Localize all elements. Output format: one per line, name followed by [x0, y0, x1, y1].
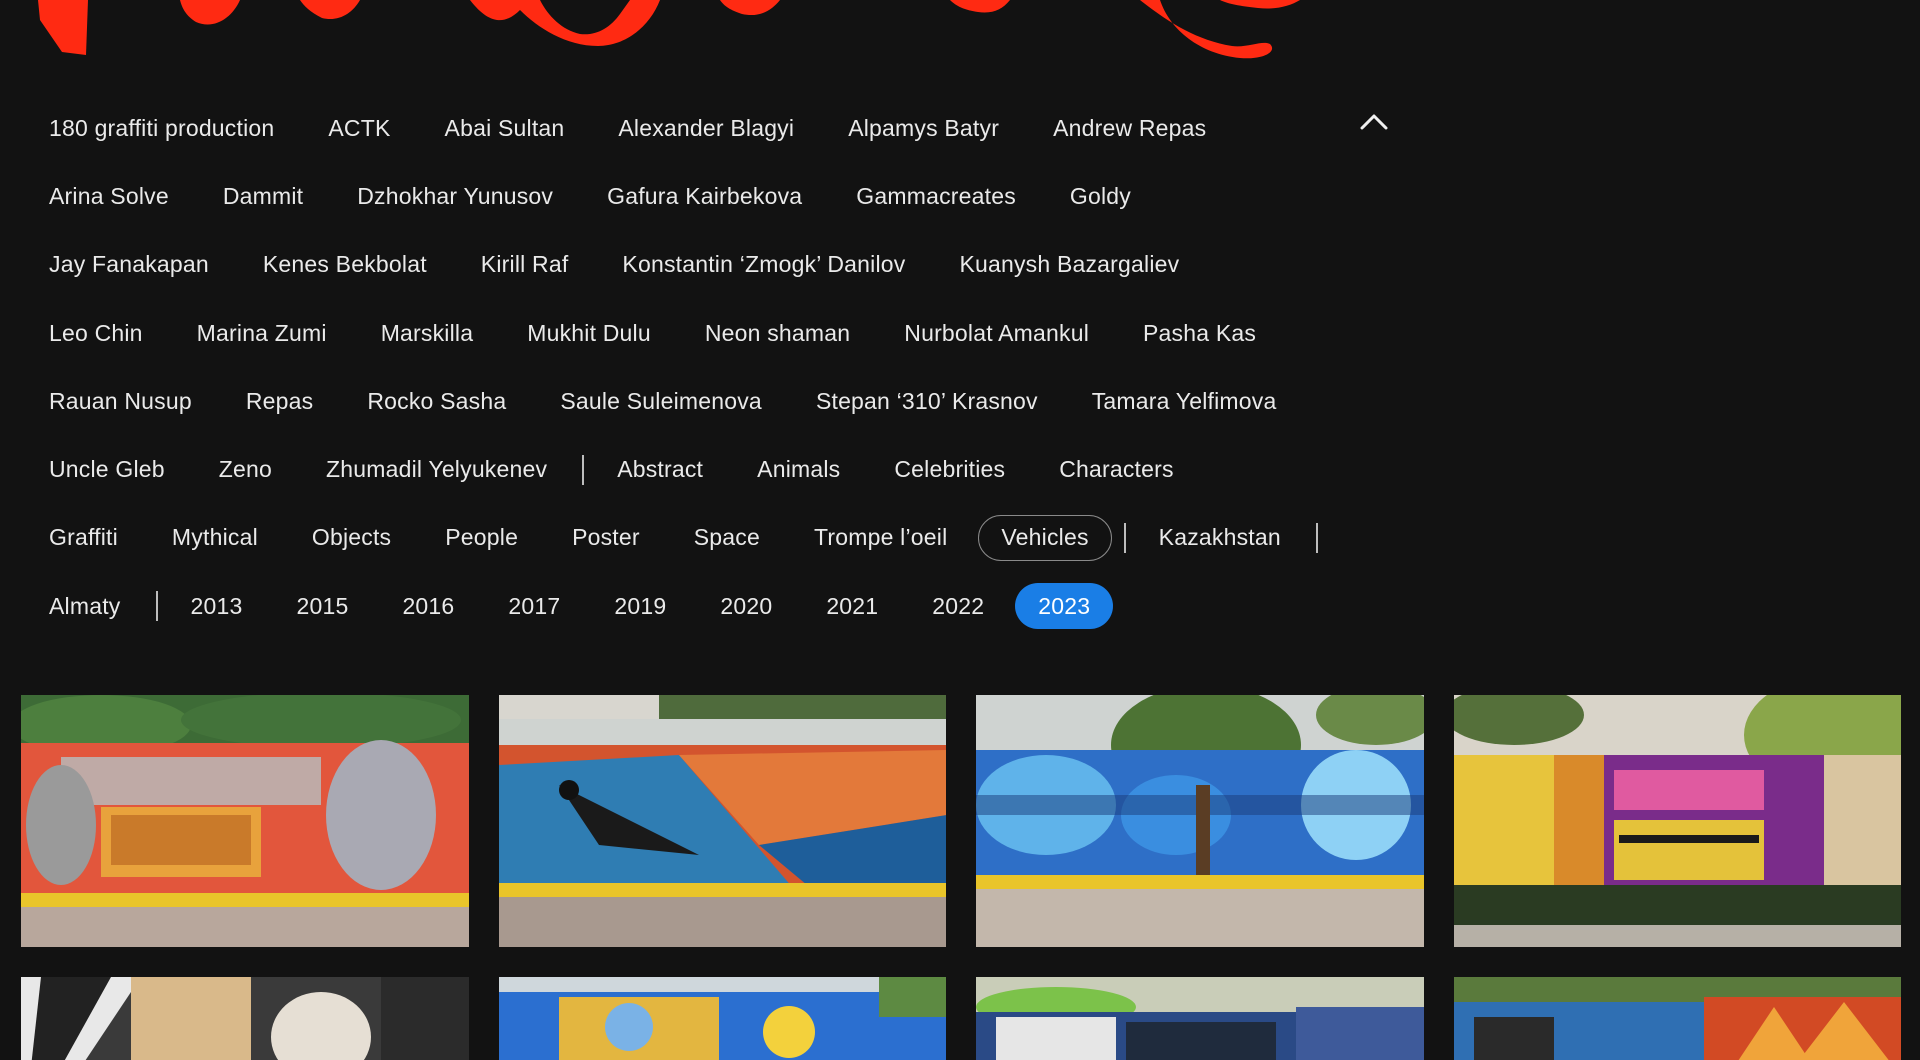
filter-chip-mukhit-dulu[interactable]: Mukhit Dulu: [504, 310, 674, 356]
filter-chip-kenes-bekbolat[interactable]: Kenes Bekbolat: [240, 242, 450, 288]
filter-chip-nurbolat-amankul[interactable]: Nurbolat Amankul: [881, 310, 1112, 356]
filter-chip-2021[interactable]: 2021: [803, 583, 901, 629]
filter-chip-mythical[interactable]: Mythical: [149, 515, 281, 561]
filter-chip-2022[interactable]: 2022: [909, 583, 1007, 629]
filter-chip-poster[interactable]: Poster: [549, 515, 663, 561]
filter-chip-repas[interactable]: Repas: [223, 378, 336, 424]
filter-chip-pasha-kas[interactable]: Pasha Kas: [1120, 310, 1279, 356]
filter-separator: [1315, 522, 1318, 553]
filter-chip-objects[interactable]: Objects: [289, 515, 414, 561]
filter-chip-marina-zumi[interactable]: Marina Zumi: [174, 310, 350, 356]
filter-chip-rocko-sasha[interactable]: Rocko Sasha: [344, 378, 529, 424]
filter-chip-tamara-yelfimova[interactable]: Tamara Yelfimova: [1069, 378, 1300, 424]
filter-chip-trompe-l-oeil[interactable]: Trompe l’oeil: [791, 515, 970, 561]
filter-chip-uncle-gleb[interactable]: Uncle Gleb: [26, 447, 188, 493]
filter-row: 180 graffiti production ACTK Abai Sultan Al…: [26, 94, 1386, 162]
filter-chip-2019[interactable]: 2019: [591, 583, 689, 629]
thumb-rock-n-roll-mural[interactable]: [21, 695, 469, 947]
filter-chip-2015[interactable]: 2015: [273, 583, 371, 629]
filter-chip-2020[interactable]: 2020: [697, 583, 795, 629]
filter-chip-gafura-kairbekova[interactable]: Gafura Kairbekova: [584, 173, 825, 219]
chevron-up-icon[interactable]: [1356, 108, 1392, 136]
thumb-orange-leaves-mural[interactable]: [1453, 977, 1901, 1060]
thumb-sun-cartoon-mural[interactable]: [498, 977, 946, 1060]
filter-chip-stepan-310-krasnov[interactable]: Stepan ‘310’ Krasnov: [793, 378, 1061, 424]
filter-chip-zeno[interactable]: Zeno: [196, 447, 295, 493]
filter-separator: [582, 454, 585, 485]
filter-chip-leo-chin[interactable]: Leo Chin: [26, 310, 166, 356]
filter-row: Jay Fanakapan Kenes Bekbolat Kirill Raf Kon…: [26, 231, 1386, 299]
filter-chip-arina-solve[interactable]: Arina Solve: [26, 173, 192, 219]
filter-chip-kirill-raf[interactable]: Kirill Raf: [458, 242, 592, 288]
filter-chip-2023[interactable]: 2023: [1015, 583, 1114, 630]
filter-row: Leo Chin Marina Zumi Marskilla Mukhit Dulu N…: [26, 299, 1386, 367]
filter-chip-graffiti[interactable]: Graffiti: [26, 515, 141, 561]
filter-chip-vehicles[interactable]: Vehicles: [978, 514, 1112, 561]
filter-chip-zhumadil-yelyukenev[interactable]: Zhumadil Yelyukenev: [303, 447, 570, 493]
filter-chip-2013[interactable]: 2013: [168, 583, 266, 629]
filter-panel: 180 graffiti production ACTK Abai Sultan Al…: [26, 94, 1386, 640]
filter-chip-goldy[interactable]: Goldy: [1047, 173, 1154, 219]
thumb-blue-characters-mural[interactable]: [976, 695, 1424, 947]
filter-chip-characters[interactable]: Characters: [1036, 447, 1196, 493]
filter-chip-andrew-repas[interactable]: Andrew Repas: [1030, 105, 1229, 151]
filter-chip-saule-suleimenova[interactable]: Saule Suleimenova: [537, 378, 785, 424]
filter-chip-almaty[interactable]: Almaty: [26, 583, 144, 629]
filter-chip-kazakhstan[interactable]: Kazakhstan: [1136, 515, 1304, 561]
filter-chip-dzhokhar-yunusov[interactable]: Dzhokhar Yunusov: [334, 173, 576, 219]
filter-chip-actk[interactable]: ACTK: [305, 105, 413, 151]
filter-chip-jay-fanakapan[interactable]: Jay Fanakapan: [26, 242, 232, 288]
filter-row: Almaty 2013 2015 2016 2017 2019 2020 2021 2022 20…: [26, 572, 1386, 640]
filter-chip-people[interactable]: People: [422, 515, 541, 561]
filter-row: Graffiti Mythical Objects People Poster Space…: [26, 504, 1386, 572]
filter-chip-gammacreates[interactable]: Gammacreates: [833, 173, 1039, 219]
filter-separator: [155, 591, 158, 622]
filter-row: Rauan Nusup Repas Rocko Sasha Saule Suleime…: [26, 367, 1386, 435]
thumb-green-graffiti-mural[interactable]: [976, 977, 1424, 1060]
filter-chip-konstantin-zmogk-danilov[interactable]: Konstantin ‘Zmogk’ Danilov: [599, 242, 928, 288]
gallery-row: [21, 977, 1901, 1060]
filter-chip-marskilla[interactable]: Marskilla: [358, 310, 497, 356]
filter-chip-space[interactable]: Space: [671, 515, 783, 561]
filter-chip-abstract[interactable]: Abstract: [594, 447, 726, 493]
filter-chip-2017[interactable]: 2017: [485, 583, 583, 629]
filter-chip-celebrities[interactable]: Celebrities: [871, 447, 1028, 493]
filter-row: Arina Solve Dammit Dzhokhar Yunusov Gafura …: [26, 162, 1386, 230]
thumb-colorful-panels-mural[interactable]: [1453, 695, 1901, 947]
site-logo[interactable]: [0, 0, 1920, 70]
filter-chip-rauan-nusup[interactable]: Rauan Nusup: [26, 378, 215, 424]
filter-separator: [1123, 522, 1126, 553]
filter-row: Uncle Gleb Zeno Zhumadil Yelyukenev Abstrac…: [26, 435, 1386, 503]
filter-chip-dammit[interactable]: Dammit: [200, 173, 326, 219]
filter-chip-180-graffiti-production[interactable]: 180 graffiti production: [26, 105, 297, 151]
thumb-statue-head-mural[interactable]: [21, 977, 469, 1060]
filter-chip-alpamys-batyr[interactable]: Alpamys Batyr: [825, 105, 1022, 151]
thumb-magpie-mural[interactable]: [498, 695, 946, 947]
gallery-grid: [21, 695, 1901, 1060]
filter-chip-2016[interactable]: 2016: [379, 583, 477, 629]
filter-chip-alexander-blagyi[interactable]: Alexander Blagyi: [595, 105, 817, 151]
gallery-row: [21, 695, 1901, 947]
filter-chip-abai-sultan[interactable]: Abai Sultan: [422, 105, 588, 151]
filter-chip-kuanysh-bazargaliev[interactable]: Kuanysh Bazargaliev: [936, 242, 1202, 288]
filter-chip-neon-shaman[interactable]: Neon shaman: [682, 310, 873, 356]
filter-chip-animals[interactable]: Animals: [734, 447, 863, 493]
